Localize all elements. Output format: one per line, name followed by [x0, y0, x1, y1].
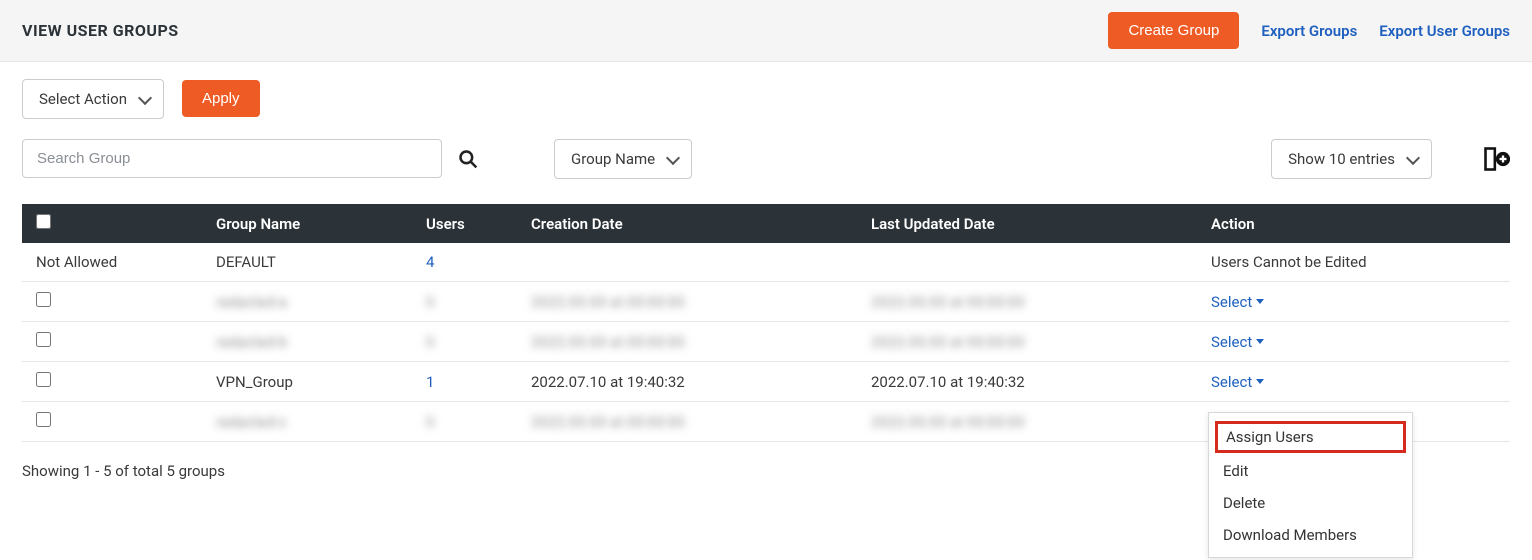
menu-edit[interactable]: Edit — [1209, 455, 1412, 487]
users-count-cell: 0 — [412, 402, 517, 442]
menu-download-members[interactable]: Download Members — [1209, 519, 1412, 551]
header-users: Users — [412, 204, 517, 243]
header-action: Action — [1197, 204, 1510, 243]
filter-row: Group Name Show 10 entries — [22, 139, 1510, 178]
row-action-label: Select — [1211, 293, 1252, 311]
caret-down-icon — [1256, 339, 1264, 344]
group-name-cell: redacted-b — [202, 322, 412, 362]
apply-button[interactable]: Apply — [182, 80, 260, 117]
row-checkbox[interactable] — [36, 372, 51, 387]
select-all-checkbox[interactable] — [36, 214, 51, 229]
groups-table: Group Name Users Creation Date Last Upda… — [22, 204, 1510, 442]
header-bar: VIEW USER GROUPS Create Group Export Gro… — [0, 0, 1532, 62]
action-cell: Users Cannot be Edited — [1197, 243, 1510, 282]
row-checkbox-cell — [22, 282, 202, 322]
search-input[interactable] — [22, 139, 442, 178]
users-link[interactable]: 0 — [426, 293, 434, 311]
header-creation-date: Creation Date — [517, 204, 857, 243]
users-count-cell: 1 — [412, 362, 517, 402]
action-cell: Select — [1197, 362, 1510, 402]
table-row: redacted-a 0 2022.00.00 at 00:00:002022.00… — [22, 282, 1510, 322]
row-action-label: Select — [1211, 333, 1252, 351]
action-dropdown-menu: Assign Users Edit Delete Download Member… — [1208, 412, 1413, 558]
users-count-cell: 0 — [412, 282, 517, 322]
creation-date-cell: 2022.00.00 at 00:00:00 — [517, 282, 857, 322]
group-name-cell: redacted-c — [202, 402, 412, 442]
updated-date-cell: 2022.00.00 at 00:00:00 — [857, 402, 1197, 442]
menu-assign-users[interactable]: Assign Users — [1215, 421, 1406, 453]
export-groups-link[interactable]: Export Groups — [1261, 22, 1357, 40]
action-static-text: Users Cannot be Edited — [1211, 253, 1367, 271]
updated-date-cell — [857, 243, 1197, 282]
entries-select[interactable]: Show 10 entries — [1271, 139, 1432, 179]
search-wrap — [22, 139, 478, 178]
users-link[interactable]: 0 — [426, 333, 434, 351]
caret-down-icon — [1256, 299, 1264, 304]
group-name-filter[interactable]: Group Name — [554, 139, 692, 179]
row-action-select[interactable]: Select — [1211, 373, 1264, 391]
table-row: redacted-b 0 2022.00.00 at 00:00:002022.00… — [22, 322, 1510, 362]
row-checkbox[interactable] — [36, 412, 51, 427]
table-row: VPN_Group 1 2022.07.10 at 19:40:322022.07.… — [22, 362, 1510, 402]
not-allowed-label: Not Allowed — [36, 253, 117, 271]
group-name-filter-wrap[interactable]: Group Name — [554, 150, 692, 168]
group-name-cell: VPN_Group — [202, 362, 412, 402]
creation-date-cell: 2022.00.00 at 00:00:00 — [517, 402, 857, 442]
users-count-cell: 0 — [412, 322, 517, 362]
entries-select-wrap[interactable]: Show 10 entries — [1271, 150, 1432, 168]
creation-date-cell — [517, 243, 857, 282]
updated-date-cell: 2022.00.00 at 00:00:00 — [857, 322, 1197, 362]
search-icon[interactable] — [458, 149, 478, 169]
group-name-cell: redacted-a — [202, 282, 412, 322]
select-action-dropdown[interactable]: Select Action — [22, 79, 164, 119]
header-updated-date: Last Updated Date — [857, 204, 1197, 243]
bulk-action-row: Select Action Apply — [22, 80, 1510, 117]
row-action-label: Select — [1211, 373, 1252, 391]
users-link[interactable]: 4 — [426, 253, 434, 271]
table-header-row: Group Name Users Creation Date Last Upda… — [22, 204, 1510, 243]
row-checkbox[interactable] — [36, 332, 51, 347]
table-row: Not Allowed DEFAULT 4 Users Cannot be Edite… — [22, 243, 1510, 282]
header-actions: Create Group Export Groups Export User G… — [1108, 12, 1510, 49]
action-cell: Select — [1197, 282, 1510, 322]
action-cell: Select — [1197, 322, 1510, 362]
users-count-cell: 4 — [412, 243, 517, 282]
column-add-icon[interactable] — [1482, 145, 1510, 173]
row-checkbox-cell — [22, 362, 202, 402]
row-action-select[interactable]: Select — [1211, 333, 1264, 351]
caret-down-icon — [1256, 379, 1264, 384]
users-link[interactable]: 1 — [426, 373, 434, 391]
row-checkbox-cell — [22, 402, 202, 442]
page-title: VIEW USER GROUPS — [22, 21, 179, 40]
row-checkbox[interactable] — [36, 292, 51, 307]
select-action-wrap[interactable]: Select Action — [22, 90, 164, 108]
updated-date-cell: 2022.00.00 at 00:00:00 — [857, 282, 1197, 322]
group-name-cell: DEFAULT — [202, 243, 412, 282]
creation-date-cell: 2022.00.00 at 00:00:00 — [517, 322, 857, 362]
row-action-select[interactable]: Select — [1211, 293, 1264, 311]
row-checkbox-cell — [22, 322, 202, 362]
header-group-name: Group Name — [202, 204, 412, 243]
creation-date-cell: 2022.07.10 at 19:40:32 — [517, 362, 857, 402]
menu-delete[interactable]: Delete — [1209, 487, 1412, 519]
header-checkbox-cell — [22, 204, 202, 243]
export-user-groups-link[interactable]: Export User Groups — [1379, 22, 1510, 40]
users-link[interactable]: 0 — [426, 413, 434, 431]
create-group-button[interactable]: Create Group — [1108, 12, 1239, 49]
updated-date-cell: 2022.07.10 at 19:40:32 — [857, 362, 1197, 402]
row-checkbox-cell: Not Allowed — [22, 243, 202, 282]
